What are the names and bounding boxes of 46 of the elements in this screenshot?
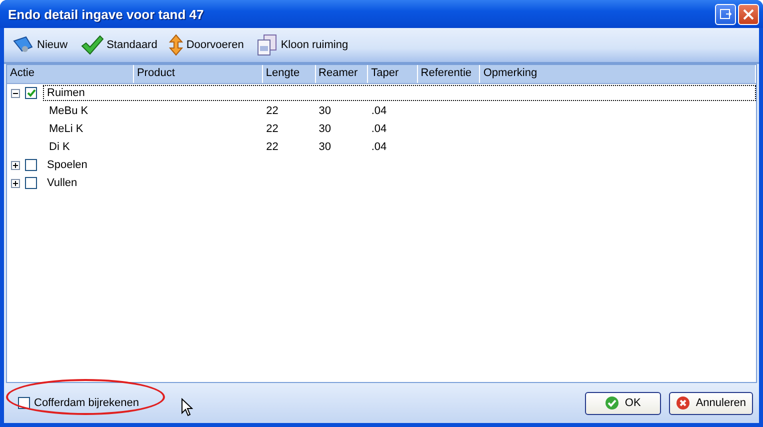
checkbox[interactable] [25, 159, 37, 171]
table-cell: 22 [266, 123, 278, 135]
column-header[interactable]: Reamer [316, 65, 368, 83]
collapse-icon[interactable] [11, 88, 20, 98]
restore-button[interactable] [715, 4, 736, 24]
toolbar-button[interactable]: Doorvoeren [167, 32, 246, 58]
checkmark-icon [80, 34, 104, 56]
close-icon [676, 396, 690, 410]
column-header[interactable]: Opmerking [480, 65, 756, 83]
tree-item[interactable]: Ruimen [43, 85, 756, 101]
table-cell: 30 [318, 105, 331, 117]
toolbar-button[interactable]: Nieuw [10, 33, 70, 57]
close-button[interactable] [738, 4, 759, 24]
up-down-arrow-icon [169, 34, 184, 56]
table-cell: MeBu K [49, 105, 88, 117]
column-header[interactable]: Lengte [262, 65, 316, 83]
documents-icon [256, 34, 278, 56]
checkmark-icon [604, 396, 619, 410]
table-cell: 22 [266, 141, 278, 153]
column-header[interactable]: Actie [7, 65, 134, 83]
checkbox[interactable] [25, 177, 37, 189]
tree-item[interactable]: Vullen [43, 175, 82, 191]
table-cell: Di K [49, 141, 70, 153]
table-cell: .04 [371, 105, 387, 117]
table-cell: 30 [318, 141, 331, 153]
table-cell: .04 [371, 141, 387, 153]
expand-icon[interactable] [11, 178, 20, 188]
mouse-cursor-icon [180, 398, 193, 416]
table-cell: .04 [371, 123, 387, 135]
checkbox[interactable] [25, 87, 37, 99]
tree-item[interactable]: Spoelen [43, 157, 92, 173]
toolbar-button[interactable]: Kloon ruiming [254, 32, 350, 58]
table-cell: 22 [266, 105, 278, 117]
table-cell: 30 [318, 123, 331, 135]
column-header[interactable]: Referentie [418, 65, 480, 83]
expand-icon[interactable] [11, 160, 20, 170]
dialog-button[interactable]: Annuleren [668, 392, 753, 414]
dialog-button[interactable]: OK [584, 392, 661, 414]
column-header[interactable]: Product [134, 65, 263, 83]
column-header[interactable]: Taper [368, 65, 418, 83]
table-cell: MeLi K [49, 123, 84, 135]
checkbox-label: Cofferdam bijrekenen [34, 397, 139, 409]
checkbox[interactable] [18, 397, 30, 409]
close-icon [743, 8, 754, 20]
window-title: Endo detail ingave voor tand 47 [8, 6, 204, 22]
toolbar-button[interactable]: Standaard [78, 32, 160, 58]
